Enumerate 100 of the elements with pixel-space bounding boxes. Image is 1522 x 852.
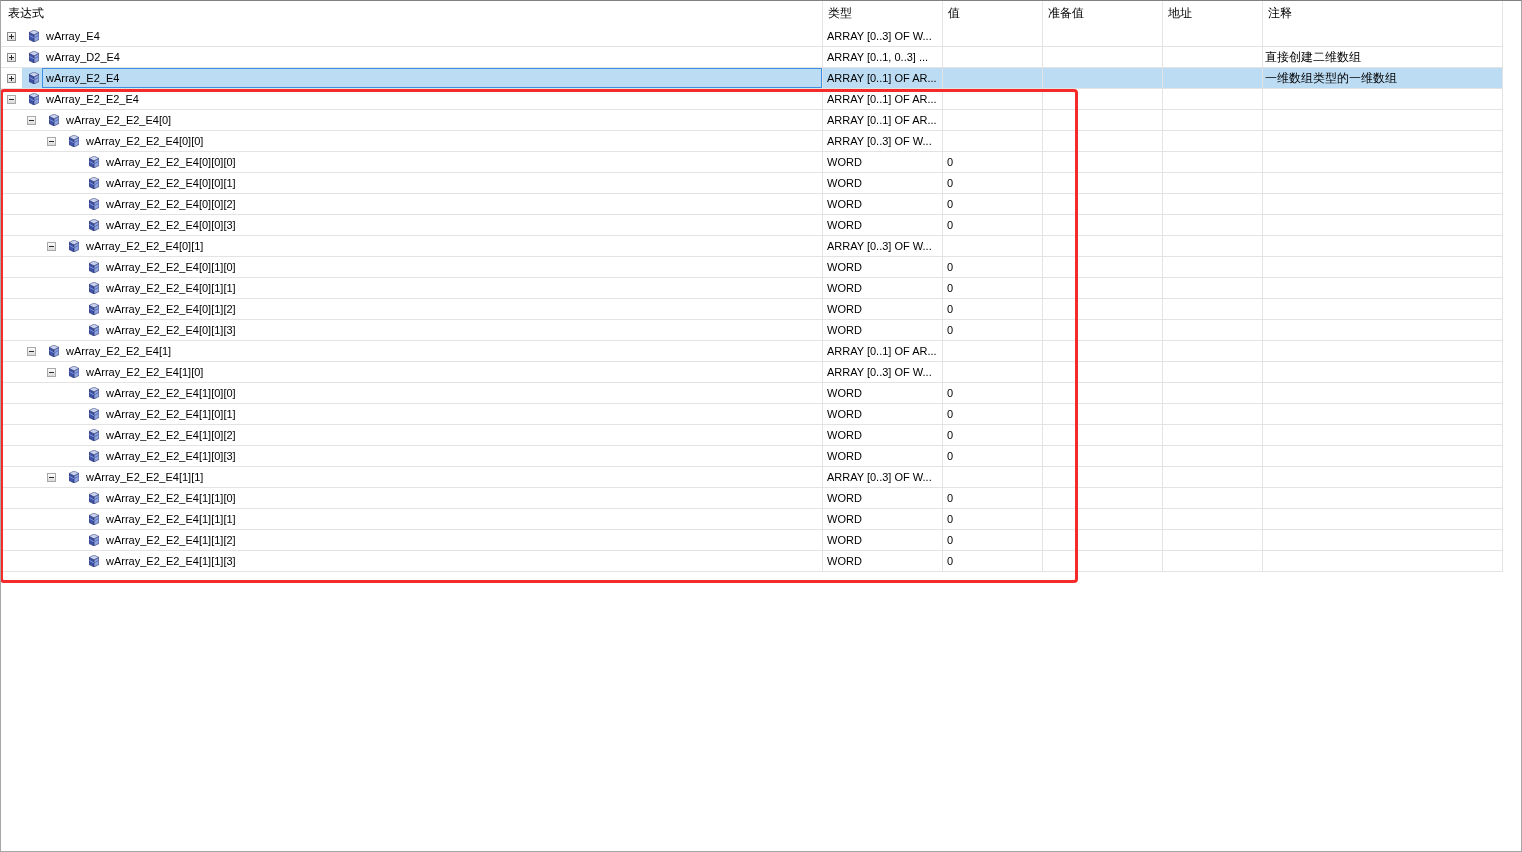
- variable-name[interactable]: wArray_E2_E2_E4[0]: [62, 110, 822, 130]
- tree-row[interactable]: wArray_E2_E2_E4[1][1][2] WORD 0: [1, 530, 1503, 551]
- table-cell: ARRAY [0..1] OF AR...: [823, 110, 943, 130]
- cube-icon: [29, 30, 39, 42]
- collapse-icon[interactable]: [47, 241, 56, 251]
- variable-name[interactable]: wArray_E2_E2_E4[0][0]: [82, 131, 822, 151]
- variable-name[interactable]: wArray_E2_E2_E4[1][1][3]: [102, 551, 822, 571]
- variable-name[interactable]: wArray_E2_E2_E4[1][0][3]: [102, 446, 822, 466]
- tree-row[interactable]: wArray_E2_E2_E4[0][1][2] WORD 0: [1, 299, 1503, 320]
- cube-icon: [69, 366, 79, 378]
- variable-name[interactable]: wArray_E2_E2_E4[0][1][3]: [102, 320, 822, 340]
- variable-name[interactable]: wArray_E2_E2_E4[0][1][1]: [102, 278, 822, 298]
- table-cell: ARRAY [0..1] OF AR...: [823, 341, 943, 361]
- cube-icon: [89, 492, 99, 504]
- collapse-icon[interactable]: [7, 94, 16, 104]
- table-cell: 0: [943, 299, 1043, 319]
- variable-name[interactable]: wArray_E2_E2_E4: [42, 89, 822, 109]
- variable-name[interactable]: wArray_E2_E2_E4[0][0][3]: [102, 215, 822, 235]
- table-cell: WORD: [823, 152, 943, 172]
- table-cell: 0: [943, 173, 1043, 193]
- tree-row[interactable]: wArray_E2_E2_E4[1][0][0] WORD 0: [1, 383, 1503, 404]
- cube-icon: [89, 219, 99, 231]
- table-cell: 0: [943, 530, 1043, 550]
- variable-name[interactable]: wArray_E2_E2_E4[1][1][1]: [102, 509, 822, 529]
- cube-icon: [69, 471, 79, 483]
- table-cell: 0: [943, 194, 1043, 214]
- variable-name[interactable]: wArray_E4: [42, 26, 822, 46]
- tree-row[interactable]: wArray_E2_E2_E4[1][0][3] WORD 0: [1, 446, 1503, 467]
- cube-icon: [89, 534, 99, 546]
- table-cell: 0: [943, 320, 1043, 340]
- table-cell: 直接创建二维数组: [1263, 47, 1503, 67]
- tree-row[interactable]: wArray_E2_E2_E4[0][0] ARRAY [0..3] OF W...: [1, 131, 1503, 152]
- table-cell: WORD: [823, 488, 943, 508]
- tree-row[interactable]: wArray_E2_E2_E4[1][1] ARRAY [0..3] OF W...: [1, 467, 1503, 488]
- tree-row[interactable]: wArray_E2_E2_E4[0][1][3] WORD 0: [1, 320, 1503, 341]
- tree-row[interactable]: wArray_E2_E2_E4 ARRAY [0..1] OF AR...: [1, 89, 1503, 110]
- expand-icon[interactable]: [7, 31, 16, 41]
- table-cell: 0: [943, 446, 1043, 466]
- cube-icon: [89, 408, 99, 420]
- cube-icon: [29, 93, 39, 105]
- tree-row[interactable]: wArray_E2_E2_E4[0] ARRAY [0..1] OF AR...: [1, 110, 1503, 131]
- tree-row[interactable]: wArray_E2_E2_E4[0][1][0] WORD 0: [1, 257, 1503, 278]
- table-cell: WORD: [823, 509, 943, 529]
- variable-name[interactable]: wArray_E2_E2_E4[0][0][2]: [102, 194, 822, 214]
- variable-name[interactable]: wArray_E2_E2_E4[1][1]: [82, 467, 822, 487]
- tree-row[interactable]: wArray_E2_E2_E4[1][1][1] WORD 0: [1, 509, 1503, 530]
- tree-row[interactable]: wArray_E2_E2_E4[0][1][1] WORD 0: [1, 278, 1503, 299]
- cube-icon: [29, 72, 39, 84]
- tree-row[interactable]: wArray_E2_E2_E4[0][0][0] WORD 0: [1, 152, 1503, 173]
- table-cell: ARRAY [0..1, 0..3] ...: [823, 47, 943, 67]
- variable-name[interactable]: wArray_E2_E2_E4[0][1]: [82, 236, 822, 256]
- table-cell: WORD: [823, 257, 943, 277]
- column-header[interactable]: 注释: [1263, 1, 1503, 26]
- cube-icon: [89, 198, 99, 210]
- tree-row[interactable]: wArray_E2_E2_E4[0][1] ARRAY [0..3] OF W...: [1, 236, 1503, 257]
- collapse-icon[interactable]: [27, 346, 36, 356]
- variable-name[interactable]: wArray_E2_E2_E4[1][0][2]: [102, 425, 822, 445]
- variable-name[interactable]: wArray_D2_E4: [42, 47, 822, 67]
- variable-name[interactable]: wArray_E2_E2_E4[1][1][0]: [102, 488, 822, 508]
- variable-name[interactable]: wArray_E2_E2_E4[1][0][0]: [102, 383, 822, 403]
- tree-row[interactable]: wArray_E2_E2_E4[0][0][1] WORD 0: [1, 173, 1503, 194]
- tree-row[interactable]: wArray_E2_E2_E4[1][0][1] WORD 0: [1, 404, 1503, 425]
- cube-icon: [89, 513, 99, 525]
- variable-name[interactable]: wArray_E2_E2_E4[0][0][1]: [102, 173, 822, 193]
- variable-name[interactable]: wArray_E2_E2_E4[0][1][2]: [102, 299, 822, 319]
- column-header[interactable]: 准备值: [1043, 1, 1163, 26]
- expand-icon[interactable]: [7, 52, 16, 62]
- collapse-icon[interactable]: [47, 136, 56, 146]
- variable-name[interactable]: wArray_E2_E2_E4[1]: [62, 341, 822, 361]
- column-header[interactable]: 表达式: [1, 1, 823, 26]
- table-cell: 0: [943, 215, 1043, 235]
- variable-name[interactable]: wArray_E2_E2_E4[0][0][0]: [102, 152, 822, 172]
- cube-icon: [89, 261, 99, 273]
- variable-name[interactable]: wArray_E2_E4: [42, 68, 822, 88]
- table-cell: 一维数组类型的一维数组: [1263, 68, 1503, 88]
- variable-name[interactable]: wArray_E2_E2_E4[0][1][0]: [102, 257, 822, 277]
- variable-name[interactable]: wArray_E2_E2_E4[1][0]: [82, 362, 822, 382]
- tree-row[interactable]: wArray_E2_E2_E4[0][0][2] WORD 0: [1, 194, 1503, 215]
- tree-row[interactable]: wArray_E4 ARRAY [0..3] OF W...: [1, 26, 1503, 47]
- cube-icon: [29, 51, 39, 63]
- tree-row[interactable]: wArray_E2_E2_E4[1][1][3] WORD 0: [1, 551, 1503, 572]
- cube-icon: [49, 114, 59, 126]
- table-cell: WORD: [823, 215, 943, 235]
- tree-row[interactable]: wArray_E2_E2_E4[1][0][2] WORD 0: [1, 425, 1503, 446]
- collapse-icon[interactable]: [47, 472, 56, 482]
- tree-row[interactable]: wArray_E2_E2_E4[0][0][3] WORD 0: [1, 215, 1503, 236]
- column-header[interactable]: 值: [943, 1, 1043, 26]
- expand-icon[interactable]: [7, 73, 16, 83]
- tree-row[interactable]: wArray_E2_E2_E4[1][1][0] WORD 0: [1, 488, 1503, 509]
- column-header[interactable]: 类型: [823, 1, 943, 26]
- variable-name[interactable]: wArray_E2_E2_E4[1][0][1]: [102, 404, 822, 424]
- collapse-icon[interactable]: [47, 367, 56, 377]
- tree-row[interactable]: wArray_E2_E2_E4[1] ARRAY [0..1] OF AR...: [1, 341, 1503, 362]
- table-cell: ARRAY [0..1] OF AR...: [823, 89, 943, 109]
- tree-row[interactable]: wArray_E2_E2_E4[1][0] ARRAY [0..3] OF W...: [1, 362, 1503, 383]
- variable-name[interactable]: wArray_E2_E2_E4[1][1][2]: [102, 530, 822, 550]
- collapse-icon[interactable]: [27, 115, 36, 125]
- table-cell: 0: [943, 551, 1043, 571]
- cube-icon: [49, 345, 59, 357]
- column-header[interactable]: 地址: [1163, 1, 1263, 26]
